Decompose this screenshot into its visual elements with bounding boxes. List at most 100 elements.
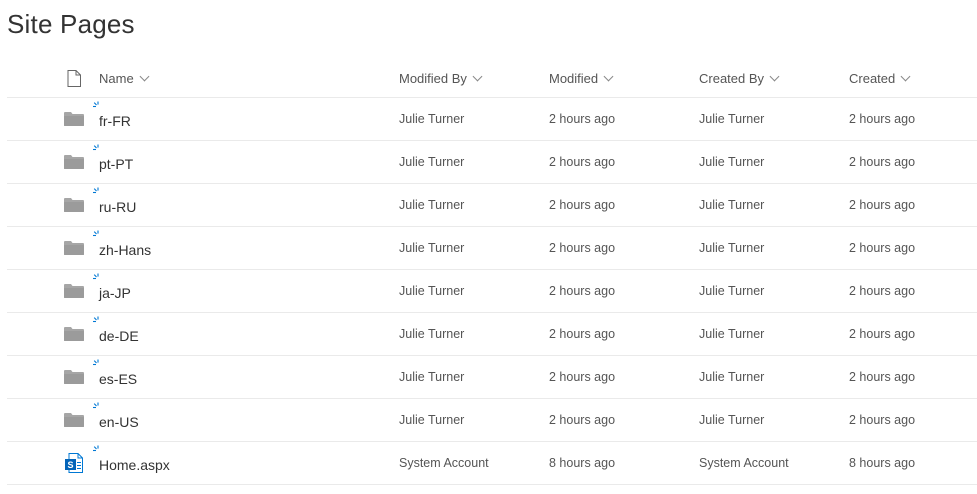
folder-icon — [59, 227, 89, 269]
modified-cell: 2 hours ago — [549, 241, 616, 255]
table-row[interactable]: ru-RU Julie Turner 2 hours ago Julie Turner… — [7, 184, 977, 227]
created-cell: 2 hours ago — [849, 413, 916, 427]
created-cell: 2 hours ago — [849, 241, 916, 255]
svg-text:S: S — [67, 460, 73, 470]
modified-cell: 2 hours ago — [549, 327, 616, 341]
folder-icon — [59, 313, 89, 355]
created-cell: 8 hours ago — [849, 456, 916, 470]
modified-by-cell: Julie Turner — [399, 198, 465, 212]
item-name-link[interactable]: ru-RU — [99, 199, 136, 215]
modified-by-cell: Julie Turner — [399, 155, 465, 169]
created-by-column-label: Created By — [699, 71, 765, 86]
modified-cell: 8 hours ago — [549, 456, 616, 470]
sharepoint-page-icon: S — [59, 442, 89, 484]
created-by-column-header[interactable]: Created By — [699, 60, 780, 97]
created-cell: 2 hours ago — [849, 198, 916, 212]
created-by-cell: System Account — [699, 456, 789, 470]
modified-cell: 2 hours ago — [549, 284, 616, 298]
new-item-sparkle-icon — [93, 230, 99, 237]
column-header-row: Name Modified By Modified Created By Cre… — [7, 60, 977, 98]
modified-column-header[interactable]: Modified — [549, 60, 614, 97]
item-name-cell[interactable]: ja-JP — [93, 270, 131, 312]
folder-icon — [59, 399, 89, 441]
new-item-sparkle-icon — [93, 402, 99, 409]
modified-by-cell: Julie Turner — [399, 413, 465, 427]
item-name-cell[interactable]: es-ES — [93, 356, 137, 398]
created-by-cell: Julie Turner — [699, 370, 765, 384]
chevron-down-icon — [900, 71, 911, 81]
name-column-label: Name — [99, 71, 134, 86]
modified-cell: 2 hours ago — [549, 413, 616, 427]
document-icon — [67, 70, 81, 87]
modified-by-column-header[interactable]: Modified By — [399, 60, 483, 97]
item-name-link[interactable]: ja-JP — [99, 285, 131, 301]
created-by-cell: Julie Turner — [699, 284, 765, 298]
item-name-link[interactable]: Home.aspx — [99, 457, 170, 473]
item-name-cell[interactable]: Home.aspx — [93, 442, 170, 484]
item-name-cell[interactable]: fr-FR — [93, 98, 131, 140]
modified-by-cell: Julie Turner — [399, 284, 465, 298]
item-name-link[interactable]: zh-Hans — [99, 242, 151, 258]
folder-icon — [59, 356, 89, 398]
created-cell: 2 hours ago — [849, 155, 916, 169]
modified-column-label: Modified — [549, 71, 599, 86]
item-name-cell[interactable]: zh-Hans — [93, 227, 151, 269]
chevron-down-icon — [472, 71, 483, 81]
created-column-label: Created — [849, 71, 896, 86]
modified-by-column-label: Modified By — [399, 71, 467, 86]
table-row[interactable]: de-DE Julie Turner 2 hours ago Julie Turner… — [7, 313, 977, 356]
item-name-link[interactable]: fr-FR — [99, 113, 131, 129]
page-title: Site Pages — [7, 9, 135, 39]
created-by-cell: Julie Turner — [699, 198, 765, 212]
folder-icon — [59, 270, 89, 312]
created-cell: 2 hours ago — [849, 327, 916, 341]
created-by-cell: Julie Turner — [699, 413, 765, 427]
table-row[interactable]: zh-Hans Julie Turner 2 hours ago Julie Turn… — [7, 227, 977, 270]
modified-by-cell: System Account — [399, 456, 489, 470]
new-item-sparkle-icon — [93, 101, 99, 108]
item-name-cell[interactable]: de-DE — [93, 313, 139, 355]
table-row[interactable]: es-ES Julie Turner 2 hours ago Julie Turner… — [7, 356, 977, 399]
table-row[interactable]: S Home.aspx System Account 8 hours ago Syste… — [7, 442, 977, 485]
folder-icon — [59, 98, 89, 140]
table-row[interactable]: en-US Julie Turner 2 hours ago Julie Turner… — [7, 399, 977, 442]
modified-cell: 2 hours ago — [549, 112, 616, 126]
name-column-header[interactable]: Name — [99, 60, 150, 97]
modified-cell: 2 hours ago — [549, 198, 616, 212]
created-by-cell: Julie Turner — [699, 241, 765, 255]
modified-by-cell: Julie Turner — [399, 370, 465, 384]
item-name-cell[interactable]: ru-RU — [93, 184, 136, 226]
new-item-sparkle-icon — [93, 187, 99, 194]
new-item-sparkle-icon — [93, 144, 99, 151]
created-cell: 2 hours ago — [849, 284, 916, 298]
folder-icon — [59, 141, 89, 183]
table-row[interactable]: ja-JP Julie Turner 2 hours ago Julie Turner… — [7, 270, 977, 313]
table-row[interactable]: pt-PT Julie Turner 2 hours ago Julie Turner… — [7, 141, 977, 184]
document-library-list: Name Modified By Modified Created By Cre… — [7, 60, 977, 485]
created-cell: 2 hours ago — [849, 112, 916, 126]
modified-by-cell: Julie Turner — [399, 241, 465, 255]
table-row[interactable]: fr-FR Julie Turner 2 hours ago Julie Turner… — [7, 98, 977, 141]
item-name-link[interactable]: de-DE — [99, 328, 139, 344]
item-name-link[interactable]: en-US — [99, 414, 139, 430]
modified-cell: 2 hours ago — [549, 370, 616, 384]
chevron-down-icon — [603, 71, 614, 81]
chevron-down-icon — [769, 71, 780, 81]
created-column-header[interactable]: Created — [849, 60, 911, 97]
created-by-cell: Julie Turner — [699, 327, 765, 341]
new-item-sparkle-icon — [93, 316, 99, 323]
modified-by-cell: Julie Turner — [399, 112, 465, 126]
created-by-cell: Julie Turner — [699, 155, 765, 169]
chevron-down-icon — [139, 71, 150, 81]
created-by-cell: Julie Turner — [699, 112, 765, 126]
list-rows: fr-FR Julie Turner 2 hours ago Julie Turner… — [7, 98, 977, 485]
item-name-cell[interactable]: en-US — [93, 399, 139, 441]
item-name-cell[interactable]: pt-PT — [93, 141, 133, 183]
new-item-sparkle-icon — [93, 359, 99, 366]
modified-by-cell: Julie Turner — [399, 327, 465, 341]
item-name-link[interactable]: es-ES — [99, 371, 137, 387]
folder-icon — [59, 184, 89, 226]
new-item-sparkle-icon — [93, 273, 99, 280]
file-type-column-header[interactable] — [59, 60, 89, 97]
item-name-link[interactable]: pt-PT — [99, 156, 133, 172]
